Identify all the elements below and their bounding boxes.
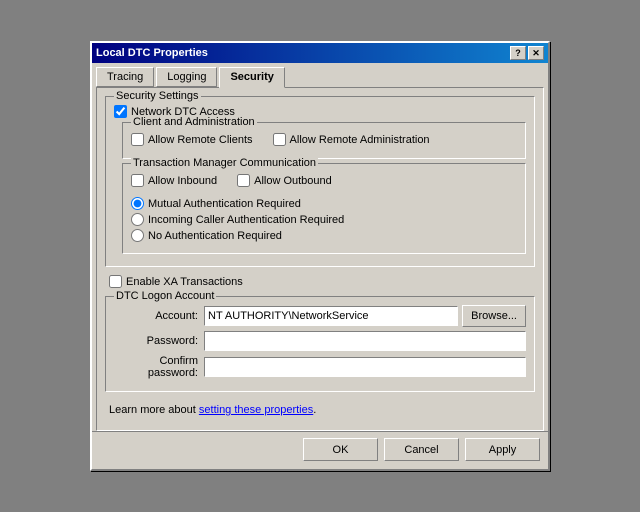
no-auth-row: No Authentication Required — [131, 229, 517, 242]
allow-inbound-checkbox[interactable] — [131, 174, 144, 187]
client-admin-content: Allow Remote Clients Allow Remote Admini… — [131, 133, 517, 150]
learn-more-period: . — [313, 404, 316, 416]
account-label: Account: — [114, 310, 204, 322]
allow-inbound-label: Allow Inbound — [148, 175, 217, 187]
learn-more-section: Learn more about setting these propertie… — [105, 400, 535, 422]
no-auth-label: No Authentication Required — [148, 230, 282, 242]
titlebar-controls: ? ✕ — [510, 46, 544, 60]
enable-xa-row: Enable XA Transactions — [105, 275, 535, 288]
client-admin-options: Allow Remote Clients Allow Remote Admini… — [131, 133, 517, 150]
incoming-caller-radio[interactable] — [131, 213, 144, 226]
account-input[interactable] — [204, 306, 458, 326]
network-dtc-checkbox[interactable] — [114, 105, 127, 118]
tab-content-security: Security Settings Network DTC Access Cli… — [96, 87, 544, 431]
tab-logging[interactable]: Logging — [156, 67, 217, 87]
enable-xa-label: Enable XA Transactions — [126, 276, 243, 288]
confirm-password-label: Confirm password: — [114, 355, 204, 379]
no-auth-radio[interactable] — [131, 229, 144, 242]
button-row: OK Cancel Apply — [92, 431, 548, 469]
transaction-manager-content: Allow Inbound Allow Outbound Mutual Auth… — [131, 174, 517, 242]
apply-button[interactable]: Apply — [465, 438, 540, 461]
allow-inbound-row: Allow Inbound — [131, 174, 217, 187]
allow-remote-clients-row: Allow Remote Clients — [131, 133, 253, 146]
password-input[interactable] — [204, 331, 526, 351]
mutual-auth-label: Mutual Authentication Required — [148, 198, 301, 210]
transaction-manager-group: Transaction Manager Communication Allow … — [122, 163, 526, 254]
client-admin-group: Client and Administration Allow Remote C… — [122, 122, 526, 159]
window-title: Local DTC Properties — [96, 47, 208, 59]
window: Local DTC Properties ? ✕ Tracing Logging… — [90, 41, 550, 471]
tab-security[interactable]: Security — [219, 67, 284, 88]
allow-remote-admin-checkbox[interactable] — [273, 133, 286, 146]
client-admin-title: Client and Administration — [131, 116, 257, 128]
enable-xa-checkbox[interactable] — [109, 275, 122, 288]
ok-button[interactable]: OK — [303, 438, 378, 461]
allow-outbound-row: Allow Outbound — [237, 174, 332, 187]
tab-bar: Tracing Logging Security — [92, 63, 548, 87]
password-label: Password: — [114, 335, 204, 347]
incoming-caller-row: Incoming Caller Authentication Required — [131, 213, 517, 226]
allow-remote-clients-checkbox[interactable] — [131, 133, 144, 146]
learn-more-link[interactable]: setting these properties — [199, 404, 313, 416]
confirm-password-input[interactable] — [204, 357, 526, 377]
transaction-manager-title: Transaction Manager Communication — [131, 157, 318, 169]
allow-remote-clients-label: Allow Remote Clients — [148, 134, 253, 146]
security-settings-content: Network DTC Access Client and Administra… — [114, 105, 526, 254]
incoming-caller-label: Incoming Caller Authentication Required — [148, 214, 344, 226]
titlebar: Local DTC Properties ? ✕ — [92, 43, 548, 63]
dtc-logon-title: DTC Logon Account — [114, 290, 216, 302]
allow-outbound-label: Allow Outbound — [254, 175, 332, 187]
dtc-logon-group: DTC Logon Account Account: Browse... Pas… — [105, 296, 535, 392]
mutual-auth-radio[interactable] — [131, 197, 144, 210]
security-settings-title: Security Settings — [114, 90, 201, 102]
confirm-password-row: Confirm password: — [114, 355, 526, 379]
mutual-auth-row: Mutual Authentication Required — [131, 197, 517, 210]
browse-button[interactable]: Browse... — [462, 305, 526, 327]
account-row: Account: Browse... — [114, 305, 526, 327]
allow-remote-admin-label: Allow Remote Administration — [290, 134, 430, 146]
tab-tracing[interactable]: Tracing — [96, 67, 154, 87]
inbound-outbound-row: Allow Inbound Allow Outbound — [131, 174, 517, 191]
cancel-button[interactable]: Cancel — [384, 438, 459, 461]
help-button[interactable]: ? — [510, 46, 526, 60]
close-button[interactable]: ✕ — [528, 46, 544, 60]
password-row: Password: — [114, 331, 526, 351]
dtc-logon-content: Account: Browse... Password: Confirm pas… — [114, 305, 526, 379]
learn-more-text: Learn more about — [109, 404, 199, 416]
allow-remote-admin-row: Allow Remote Administration — [273, 133, 430, 146]
allow-outbound-checkbox[interactable] — [237, 174, 250, 187]
security-settings-group: Security Settings Network DTC Access Cli… — [105, 96, 535, 267]
